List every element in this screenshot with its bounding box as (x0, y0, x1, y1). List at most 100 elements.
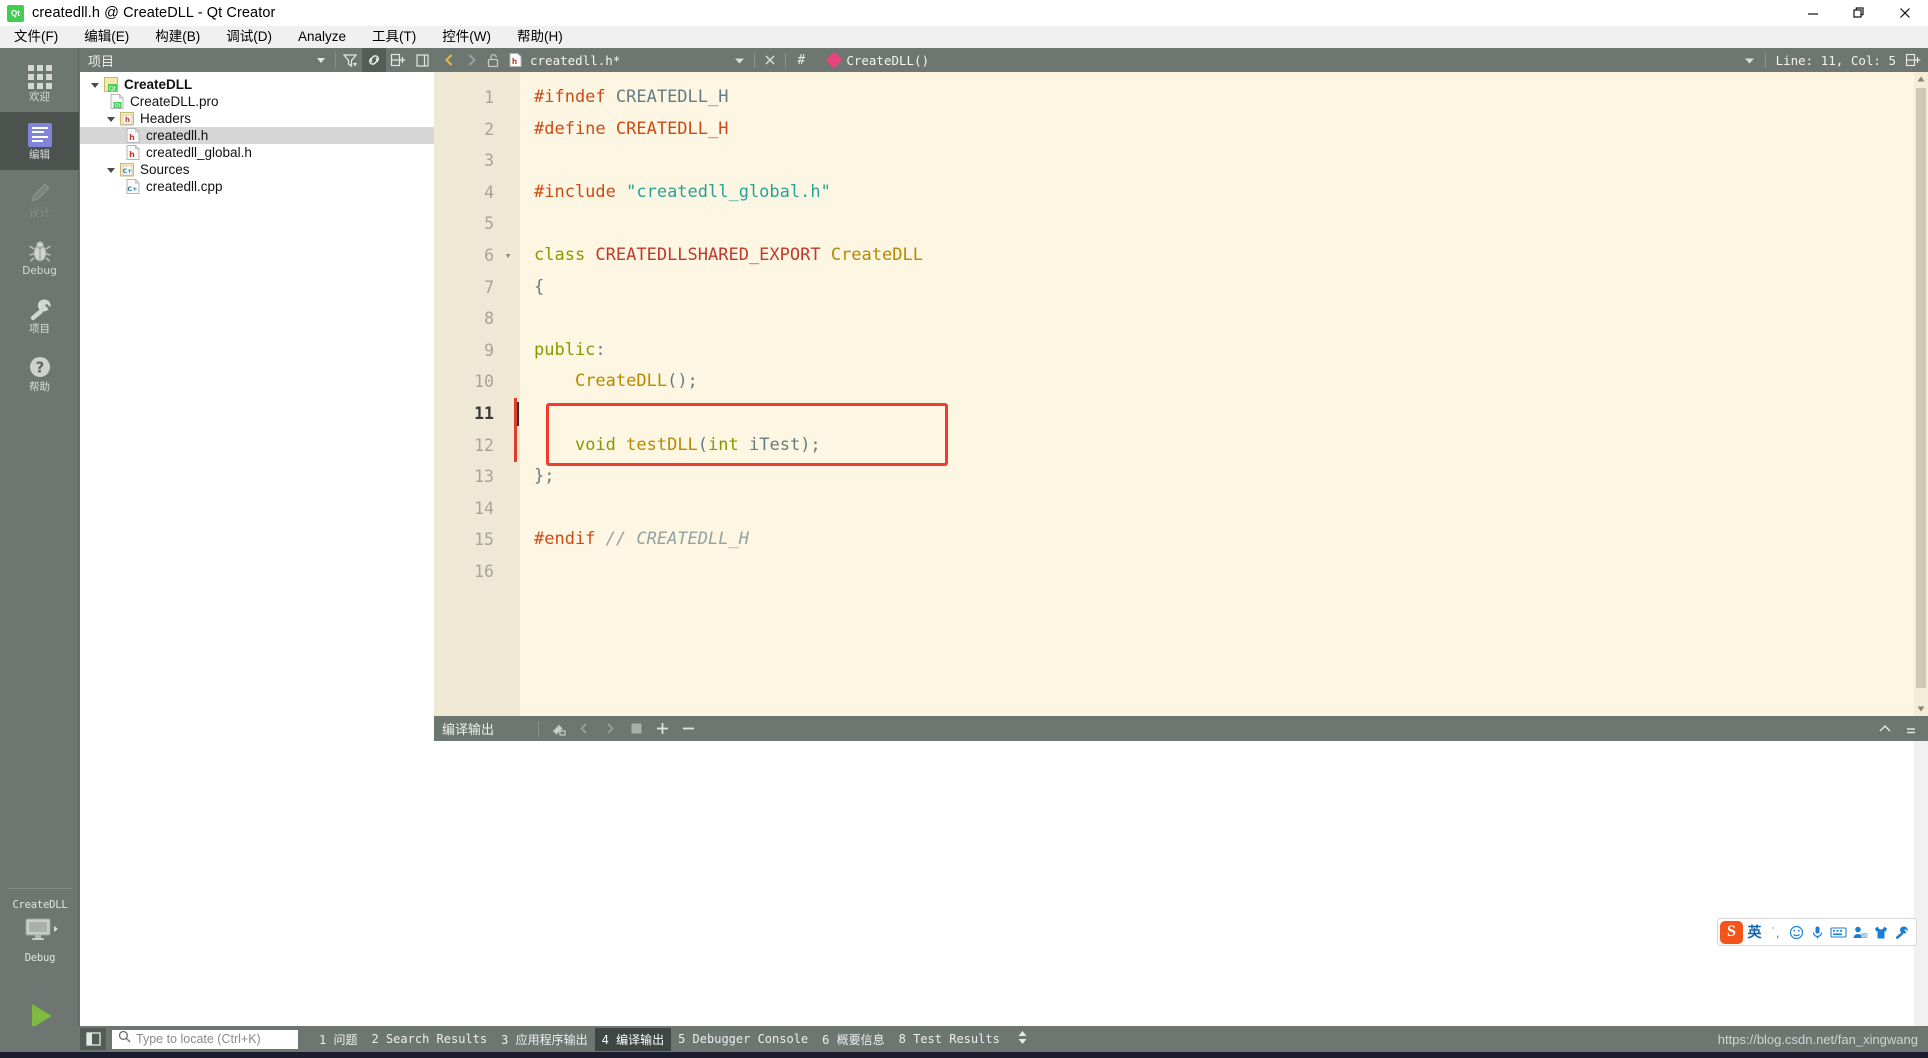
locator-field[interactable]: Type to locate (Ctrl+K) (112, 1029, 298, 1049)
close-button[interactable] (1882, 0, 1928, 26)
menu-edit[interactable]: 编辑(E) (84, 26, 129, 48)
ime-settings-wrench-icon[interactable] (1892, 921, 1911, 943)
mode-edit-label: 编辑 (29, 149, 50, 161)
code-line-1[interactable]: 1 #ifndef CREATEDLL_H (434, 82, 1928, 114)
tree-item-createdll-global-h[interactable]: h createdll_global.h (80, 144, 434, 161)
mode-welcome[interactable]: 欢迎 (0, 54, 79, 112)
output-vertical-scrollbar[interactable] (1914, 741, 1928, 1026)
code-line-9[interactable]: 9 public: (434, 335, 1928, 367)
mode-debug[interactable]: Debug (0, 228, 79, 286)
svg-text:?: ? (35, 358, 44, 376)
code-line-14[interactable]: 14 (434, 493, 1928, 525)
minimize-button[interactable] (1790, 0, 1836, 26)
stop-button[interactable] (623, 716, 649, 741)
open-document-name[interactable]: createdll.h* (530, 53, 620, 68)
code-line-5[interactable]: 5 (434, 208, 1928, 240)
output-pane-body[interactable] (434, 741, 1928, 1026)
close-document-button[interactable] (759, 49, 781, 71)
editor-scroll-thumb[interactable] (1916, 88, 1926, 688)
output-tab-search-results[interactable]: 2 Search Results (364, 1029, 494, 1049)
code-line-7[interactable]: 7{ (434, 272, 1928, 304)
tree-item-headers-folder[interactable]: h Headers (80, 110, 434, 127)
zoom-in-button[interactable] (649, 716, 675, 741)
code-line-11[interactable]: 11 (434, 398, 1928, 430)
ime-skin-icon[interactable] (1871, 921, 1890, 943)
tree-item-createdll-pro[interactable]: Qt CreateDLL.pro (80, 93, 434, 110)
output-tab-issues[interactable]: 1 问题 (312, 1028, 364, 1051)
code-line-16[interactable]: 16 (434, 556, 1928, 588)
mode-projects[interactable]: 项目 (0, 286, 79, 344)
code-editor[interactable]: 1 #ifndef CREATEDLL_H 2 #define CREATEDLL_H… (434, 72, 1928, 716)
menu-build[interactable]: 构建(B) (155, 26, 200, 48)
ime-user-center-icon[interactable]: 16 (1850, 921, 1869, 943)
sogou-ime-toolbar[interactable]: S 英 ˙, 16 (1717, 918, 1917, 946)
unlock-icon[interactable] (482, 49, 504, 71)
fold-marker-icon[interactable]: ▾ (496, 240, 520, 272)
close-pane-icon[interactable] (410, 48, 434, 72)
maximize-output-pane-button[interactable] (1872, 716, 1898, 741)
tree-item-sources-folder[interactable]: C+ Sources (80, 161, 434, 178)
code-lines[interactable]: 1 #ifndef CREATEDLL_H 2 #define CREATEDLL_H… (434, 72, 1928, 588)
output-tab-test-results[interactable]: 8 Test Results (892, 1029, 1007, 1049)
menu-window[interactable]: 控件(W) (442, 26, 491, 48)
link-with-editor-icon[interactable] (362, 48, 386, 72)
toggle-sidebar-icon[interactable] (80, 1028, 106, 1050)
code-line-10[interactable]: 10 CreateDLL(); (434, 366, 1928, 398)
menu-analyze[interactable]: Analyze (298, 26, 346, 48)
mode-help[interactable]: ? 帮助 (0, 344, 79, 402)
menu-file[interactable]: 文件(F) (14, 26, 58, 48)
split-editor-icon[interactable] (1902, 49, 1924, 71)
scroll-down-arrow-icon[interactable] (1914, 702, 1928, 716)
document-dropdown-icon[interactable] (728, 49, 750, 71)
editor-vertical-scrollbar[interactable] (1914, 72, 1928, 716)
code-line-15[interactable]: 15 #endif // CREATEDLL_H (434, 524, 1928, 556)
project-view-dropdown[interactable] (309, 48, 333, 72)
hash-icon[interactable]: # (790, 49, 812, 71)
nav-forward-button[interactable] (460, 49, 482, 71)
ime-language-toggle[interactable]: 英 (1745, 921, 1764, 943)
output-tab-debugger-console[interactable]: 5 Debugger Console (671, 1029, 815, 1049)
ime-punctuation-toggle[interactable]: ˙, (1766, 921, 1785, 943)
symbol-selector[interactable]: CreateDLL() (825, 51, 929, 69)
close-output-pane-button[interactable] (1898, 716, 1924, 741)
scroll-up-arrow-icon[interactable] (1914, 72, 1928, 86)
maximize-button[interactable] (1836, 0, 1882, 26)
output-tab-application-output[interactable]: 3 应用程序输出 (494, 1028, 594, 1051)
zoom-out-button[interactable] (675, 716, 701, 741)
code-line-2[interactable]: 2 #define CREATEDLL_H (434, 114, 1928, 146)
tree-item-createdll-cpp[interactable]: C+ createdll.cpp (80, 178, 434, 195)
filter-icon[interactable] (338, 48, 362, 72)
chevron-down-icon[interactable] (86, 80, 104, 90)
code-line-8[interactable]: 8 (434, 303, 1928, 335)
ime-voice-input-icon[interactable] (1808, 921, 1827, 943)
chevron-down-icon[interactable] (102, 114, 120, 124)
add-split-icon[interactable] (386, 48, 410, 72)
kit-selector[interactable]: CreateDLL Debug (8, 888, 72, 964)
code-line-12[interactable]: 12 void testDLL(int iTest); (434, 430, 1928, 462)
output-tabs-updown-icon[interactable] (1007, 1027, 1035, 1051)
code-line-6[interactable]: 6 ▾ class CREATEDLLSHARED_EXPORT CreateDLL (434, 240, 1928, 272)
clear-output-icon[interactable] (545, 716, 571, 741)
output-tab-compile-output[interactable]: 4 编译输出 (594, 1027, 672, 1051)
tree-item-createdll-h[interactable]: h createdll.h (80, 127, 434, 144)
ime-soft-keyboard-icon[interactable] (1829, 921, 1848, 943)
code-text: }; (534, 466, 555, 487)
mode-edit[interactable]: 编辑 (0, 112, 79, 170)
ime-emoji-icon[interactable] (1787, 921, 1806, 943)
prev-item-button[interactable] (571, 716, 597, 741)
code-line-3[interactable]: 3 (434, 145, 1928, 177)
code-line-13[interactable]: 13}; (434, 461, 1928, 493)
symbol-dropdown-icon[interactable] (1739, 49, 1761, 71)
menu-debug[interactable]: 调试(D) (226, 26, 272, 48)
nav-back-button[interactable] (438, 49, 460, 71)
tree-item-label: CreateDLL.pro (130, 94, 219, 109)
menu-help[interactable]: 帮助(H) (517, 26, 563, 48)
chevron-down-icon[interactable] (102, 165, 120, 175)
tree-item-createdll-project[interactable]: Qt CreateDLL (80, 76, 434, 93)
output-tab-general-messages[interactable]: 6 概要信息 (815, 1028, 891, 1051)
menu-tools[interactable]: 工具(T) (372, 26, 416, 48)
mode-design[interactable]: 设计 (0, 170, 79, 228)
sogou-logo-icon[interactable]: S (1720, 920, 1743, 944)
next-item-button[interactable] (597, 716, 623, 741)
code-line-4[interactable]: 4 #include "createdll_global.h" (434, 177, 1928, 209)
